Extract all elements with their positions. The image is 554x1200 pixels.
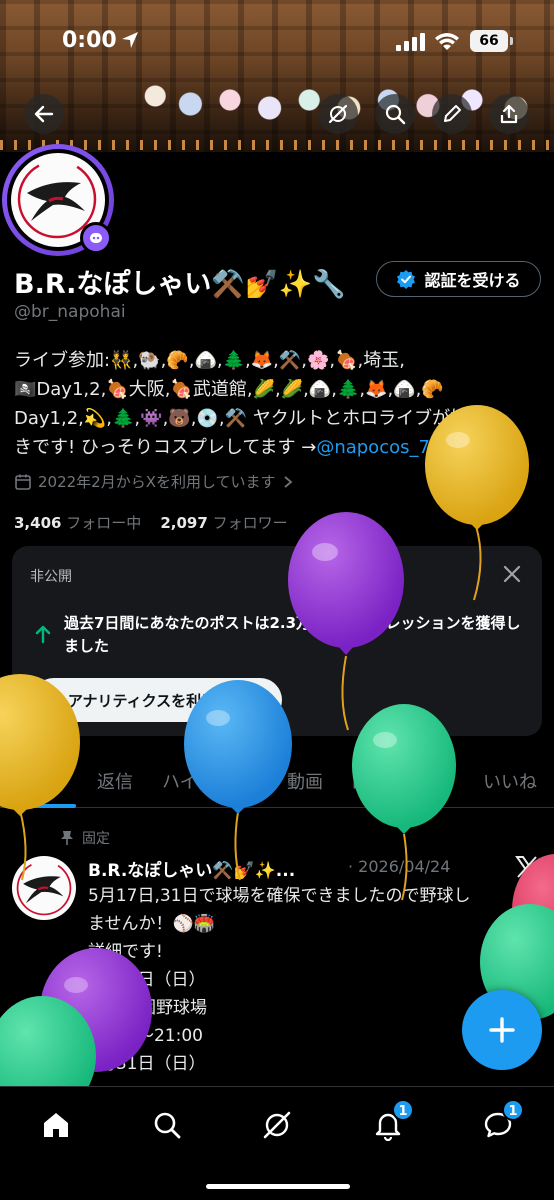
post-line: 詳細です! [88,942,163,962]
nav-search[interactable] [143,1101,191,1149]
active-tab-indicator [6,804,76,808]
post-line: 5月17日（日） [88,970,206,990]
share-icon [500,104,518,124]
search-button[interactable] [375,94,415,134]
home-indicator [206,1184,350,1189]
tab-posts[interactable]: ポスト [12,768,66,794]
nav-grok[interactable] [253,1101,301,1149]
pencil-icon [444,105,461,122]
nav-messages[interactable]: 1 [474,1099,524,1149]
status-time: 0:00 [62,28,117,53]
tab-photos[interactable]: 画像 [352,768,388,794]
x-logo-icon [515,856,539,878]
following-link[interactable]: 3,406 フォロー中 [14,514,141,532]
messages-badge: 1 [502,1099,524,1121]
display-name: B.R.なぽしゃい⚒️💅✨🔧 [14,269,346,300]
tab-likes[interactable]: いいね [483,768,537,794]
following-label: フォロー中 [66,514,142,532]
get-verified-button[interactable]: 認証を受ける [376,261,541,297]
bio-line: きです! ひっそりコスプレしてます →@napocos_7 [14,433,542,462]
tab-highlights[interactable]: ハイライト [162,768,252,794]
profile-bio: ライブ参加:👯,🐏,🥐,🍙,🌲,🦊,⚒️,🌸,🍖,埼玉, 🏴‍☠️Day1,2,… [14,346,542,462]
post-line: 5月17日,31日で球場を確保できましたので野球し [88,886,471,906]
followers-link[interactable]: 2,097 フォロワー [160,514,287,532]
analytics-button[interactable]: アナリティクスを利用する [32,678,282,722]
bio-line: 🏴‍☠️Day1,2,🍖大阪,🍖武道館,🌽,🌽,🍙,🌲,🦊,🍙,🥐 [14,379,444,400]
verified-check-icon [397,270,416,289]
verified-org-badge [80,222,112,254]
post-line: ませんか！⚾🏟️ [88,914,215,934]
profile-tabs: ポスト 返信 ハイライト 動画 画像 記事 いいね [0,756,554,808]
signal-icon [396,33,425,51]
back-button[interactable] [24,94,64,134]
pinned-indicator: 固定 [60,828,110,848]
tab-videos[interactable]: 動画 [287,768,323,794]
arrow-up-icon [35,625,51,644]
wifi-icon [435,33,459,50]
bio-line: Day1,2,💫,🌲,👾,🐻,💿,⚒️ ヤクルトとホロライブが好 [14,408,469,429]
banner-lights [0,140,554,150]
grok-icon [263,1111,291,1139]
nav-home[interactable] [32,1101,80,1149]
grok-icon [328,104,348,124]
followers-count: 2,097 [160,514,208,532]
notifications-badge: 1 [392,1099,414,1121]
user-handle: @br_napohai [14,302,126,322]
post-avatar[interactable] [12,856,76,920]
back-arrow-icon [34,105,54,123]
search-icon [385,104,406,125]
post-author[interactable]: B.R.なぽしゃい⚒️💅✨... [88,856,295,881]
compose-post-button[interactable] [462,990,542,1070]
post-date: · 2026/04/24 [348,857,451,876]
impressions-text: 過去7日間にあなたのポストは2.3万件のインプレッションを獲得しました [64,614,521,655]
bio-line: ライブ参加:👯,🐏,🥐,🍙,🌲,🦊,⚒️,🌸,🍖,埼玉, [14,350,405,371]
close-icon[interactable] [500,562,524,586]
get-verified-label: 認証を受ける [424,271,521,290]
pin-icon [61,831,73,845]
followers-label: フォロワー [212,514,288,532]
follow-stats: 3,406 フォロー中 2,097 フォロワー [14,512,288,533]
status-bar: 0:00 66 [0,0,554,80]
following-count: 3,406 [14,514,62,532]
battery-indicator: 66 [470,30,508,52]
bio-mention-link[interactable]: @napocos_7 [316,437,430,458]
plus-icon [489,1017,515,1043]
location-arrow-icon [122,32,138,48]
badge-face-icon [90,233,102,243]
joined-text: 2022年2月からXを利用しています [38,473,276,491]
search-icon [154,1112,181,1139]
private-label: 非公開 [30,569,72,585]
grok-button[interactable] [318,94,358,134]
battery-nub [510,37,513,45]
swallow-logo [16,860,72,916]
nav-notifications[interactable]: 1 [364,1099,414,1149]
chevron-right-icon [283,475,292,488]
share-button[interactable] [489,94,529,134]
bottom-nav: 1 1 [0,1086,554,1200]
bio-line-text: きです! ひっそりコスプレしてます → [14,437,317,458]
tab-replies[interactable]: 返信 [97,768,133,794]
pinned-label: 固定 [82,831,110,847]
tab-articles[interactable]: 記事 [418,768,454,794]
joined-date[interactable]: 2022年2月からXを利用しています [14,471,294,492]
home-icon [44,1113,68,1137]
edit-button[interactable] [432,94,472,134]
calendar-icon [15,474,31,490]
analytics-card: 非公開 過去7日間にあなたのポストは2.3万件のインプレッションを獲得しました … [12,546,542,736]
